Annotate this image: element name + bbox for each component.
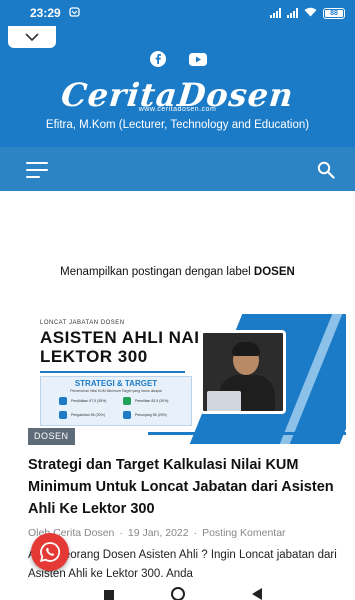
post-meta: Oleh Cerita Dosen · 19 Jan, 2022 · Posting K… — [28, 527, 286, 539]
whatsapp-icon — [39, 542, 61, 563]
thumbnail-bottom-line — [148, 432, 346, 435]
strategy-item-label: Pendidikan 97,5 (35%) — [71, 399, 107, 403]
wifi-icon — [304, 6, 317, 20]
post-thumbnail[interactable]: LONCAT JABATAN DOSEN ASISTEN AHLI NAIK L… — [28, 314, 346, 444]
strategy-item-icon — [59, 411, 67, 419]
strategy-item-label: Penunjang 55 (20%) — [135, 413, 167, 417]
author-photo — [200, 330, 286, 414]
thumbnail-strategy-box: STRATEGI & TARGET Pemenuhan Nilai KUM Mi… — [40, 376, 192, 426]
strategy-item-icon — [123, 411, 131, 419]
strategy-item-label: Penelitian 83,5 (30%) — [135, 399, 169, 403]
home-icon[interactable] — [171, 587, 185, 600]
battery-level: 88 — [330, 9, 338, 17]
site-tagline: Efitra, M.Kom (Lecturer, Technology and … — [45, 119, 310, 131]
back-icon[interactable] — [252, 588, 262, 600]
post-comment-link[interactable]: Posting Komentar — [202, 527, 285, 539]
post-date: 19 Jan, 2022 — [127, 527, 189, 539]
strategy-item-icon — [59, 397, 67, 405]
search-icon[interactable] — [317, 161, 335, 179]
label-heading: Menampilkan postingan dengan label DOSEN — [0, 266, 355, 278]
thumbnail-small-title: LONCAT JABATAN DOSEN — [40, 320, 125, 326]
recent-apps-icon[interactable] — [104, 590, 114, 600]
facebook-icon[interactable] — [149, 50, 167, 68]
signal-icon-1 — [270, 8, 281, 18]
youtube-icon[interactable] — [188, 50, 207, 68]
signal-icon-2 — [287, 8, 298, 18]
navbar — [0, 147, 355, 191]
site-header: CeritaDosen www.ceritadosen.com Efitra, … — [0, 26, 355, 147]
battery-icon: 88 — [323, 7, 345, 19]
thumbnail-heading-line1: ASISTEN AHLI NAIK — [40, 328, 213, 347]
social-links — [0, 50, 355, 68]
post-excerpt: Anda seorang Dosen Asisten Ahli ? Ingin … — [28, 549, 337, 580]
post-tag-badge[interactable]: DOSEN — [28, 428, 75, 445]
strategy-subtitle: Pemenuhan Nilai KUM Minimum Target yang … — [70, 389, 162, 393]
post-title[interactable]: Strategi dan Target Kalkulasi Nilai KUM … — [28, 454, 338, 520]
status-bar: 23:29 88 — [0, 0, 355, 26]
status-icons: 88 — [270, 6, 345, 20]
notification-icon — [69, 6, 80, 20]
chevron-down-icon — [25, 33, 39, 41]
thumbnail-heading-line2: LEKTOR 300 — [40, 347, 148, 366]
android-nav-bar — [0, 584, 355, 600]
thumbnail-divider — [40, 371, 185, 373]
strategy-item-icon — [123, 397, 131, 405]
whatsapp-chat-button[interactable] — [31, 533, 69, 571]
label-heading-prefix: Menampilkan postingan dengan label — [60, 266, 254, 278]
hamburger-menu-icon[interactable] — [26, 162, 48, 178]
collapse-header-button[interactable] — [8, 26, 56, 48]
strategy-title: STRATEGI & TARGET — [74, 379, 158, 388]
site-logo-url: www.ceritadosen.com — [138, 106, 217, 113]
strategy-item-label: Pengabdian 55 (20%) — [71, 413, 105, 417]
label-heading-label: DOSEN — [253, 266, 295, 278]
status-time: 23:29 — [30, 6, 61, 20]
